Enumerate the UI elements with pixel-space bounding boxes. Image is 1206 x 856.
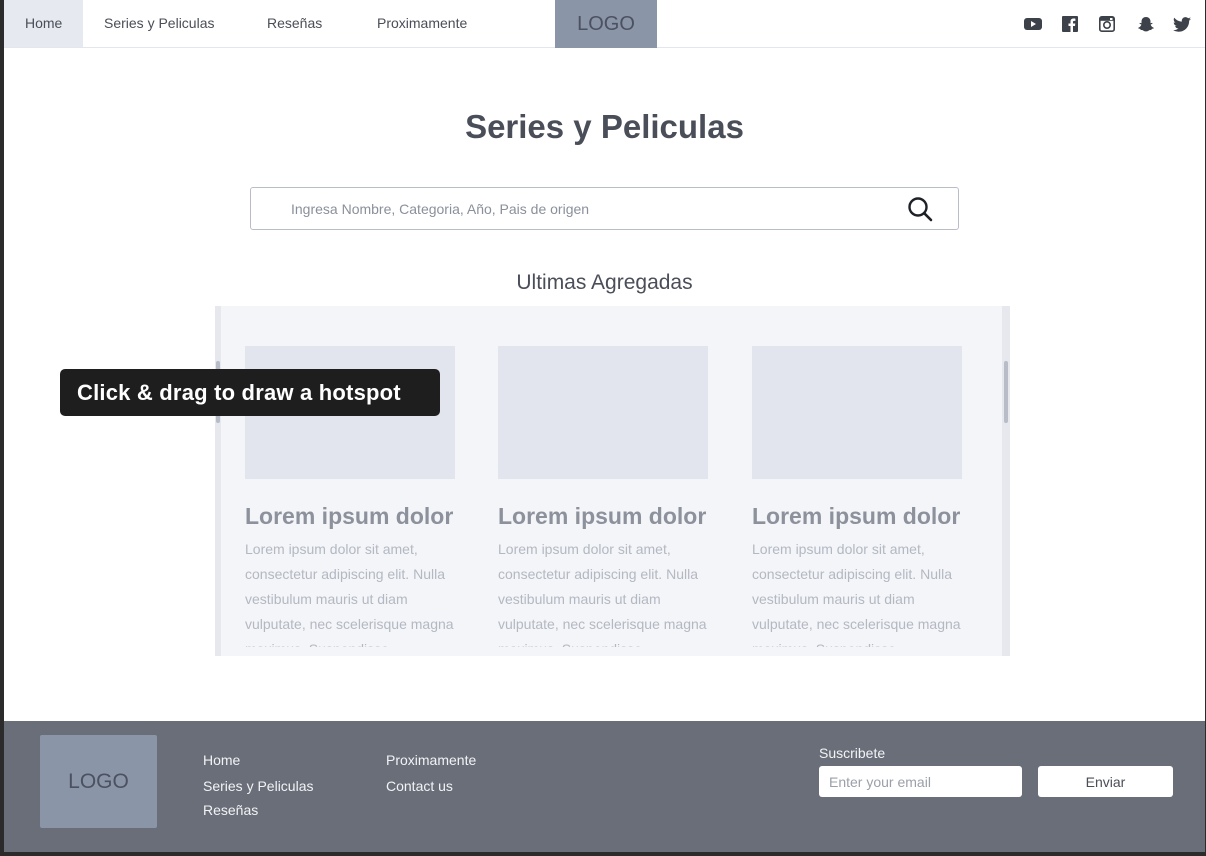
carousel-left-edge xyxy=(215,306,221,656)
header-logo[interactable]: LOGO xyxy=(555,0,657,48)
footer-link-home[interactable]: Home xyxy=(203,752,240,768)
nav-item-series-y-peliculas[interactable]: Series y Peliculas xyxy=(83,0,236,47)
card-description: Lorem ipsum dolor sit amet, consectetur … xyxy=(752,541,961,647)
nav-item-resenas[interactable]: Reseñas xyxy=(246,0,343,47)
footer-link-series-y-peliculas[interactable]: Series y Peliculas xyxy=(203,778,314,794)
top-navbar: Home Series y Peliculas Reseñas Proximam… xyxy=(4,0,1205,48)
subscribe-label: Suscribete xyxy=(819,745,886,761)
card-description: Lorem ipsum dolor sit amet, consectetur … xyxy=(498,541,707,647)
footer-link-resenas[interactable]: Reseñas xyxy=(203,802,258,818)
carousel-right-edge xyxy=(1002,306,1010,656)
youtube-icon[interactable] xyxy=(1023,14,1043,34)
footer: LOGO Home Series y Peliculas Reseñas Pro… xyxy=(4,721,1205,852)
card-title: Lorem ipsum dolor sit amet xyxy=(752,503,964,529)
facebook-icon[interactable] xyxy=(1060,14,1080,34)
send-button[interactable]: Enviar xyxy=(1038,766,1173,797)
search-bar xyxy=(250,187,959,230)
snapchat-icon[interactable] xyxy=(1136,14,1156,34)
section-title: Ultimas Agregadas xyxy=(516,271,693,294)
card-title: Lorem ipsum dolor sit amet xyxy=(245,503,457,529)
hotspot-tooltip: Click & drag to draw a hotspot xyxy=(60,369,440,416)
card-description: Lorem ipsum dolor sit amet, consectetur … xyxy=(245,541,454,647)
content-card[interactable]: Lorem ipsum dolor sit amet Lorem ipsum d… xyxy=(752,346,964,647)
card-image-placeholder xyxy=(498,346,708,479)
page-frame: Home Series y Peliculas Reseñas Proximam… xyxy=(4,0,1205,852)
card-image-placeholder xyxy=(752,346,962,479)
card-title: Lorem ipsum dolor sit amet xyxy=(498,503,710,529)
footer-link-contact-us[interactable]: Contact us xyxy=(386,778,453,794)
footer-logo[interactable]: LOGO xyxy=(40,735,157,828)
footer-link-proximamente[interactable]: Proximamente xyxy=(386,752,476,768)
content-card[interactable]: Lorem ipsum dolor sit amet Lorem ipsum d… xyxy=(498,346,710,647)
latest-carousel: Lorem ipsum dolor sit amet Lorem ipsum d… xyxy=(215,306,1010,656)
page-title: Series y Peliculas xyxy=(465,108,744,145)
nav-item-proximamente[interactable]: Proximamente xyxy=(356,0,488,47)
carousel-scrollbar[interactable] xyxy=(1004,361,1008,423)
search-input[interactable] xyxy=(291,198,891,220)
search-icon[interactable] xyxy=(906,195,934,223)
nav-item-home[interactable]: Home xyxy=(4,0,84,47)
email-field[interactable] xyxy=(819,766,1022,797)
twitter-icon[interactable] xyxy=(1172,14,1192,34)
instagram-icon[interactable] xyxy=(1097,14,1117,34)
